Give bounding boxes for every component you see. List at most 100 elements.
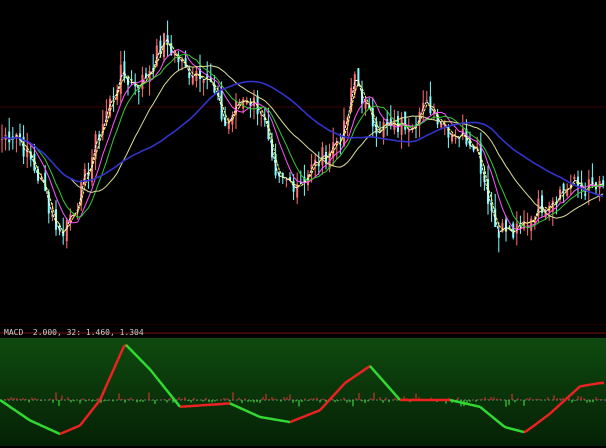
oscillator-segment <box>165 388 169 393</box>
oscillator-segment <box>299 416 303 420</box>
oscillator-segment <box>511 427 515 431</box>
oscillator-segment <box>343 381 347 386</box>
oscillator-segment <box>539 418 543 423</box>
oscillator-segment <box>61 431 65 435</box>
oscillator-segment <box>175 401 179 406</box>
oscillator-segment <box>21 413 25 418</box>
oscillator-segment <box>77 424 81 428</box>
oscillator-segment <box>245 409 249 413</box>
oscillator-segment <box>327 398 331 403</box>
oscillator-segment <box>313 410 317 414</box>
oscillator-segment <box>125 344 129 348</box>
oscillator-segment <box>167 391 171 396</box>
oscillator-segment <box>503 425 507 429</box>
oscillator-segment <box>543 415 547 420</box>
oscillator-segment <box>385 383 389 388</box>
oscillator-segment <box>553 407 557 411</box>
oscillator-segment <box>39 423 43 427</box>
oscillator-segment <box>563 398 567 402</box>
oscillator-segment <box>233 404 237 408</box>
oscillator-segment <box>49 428 53 432</box>
oscillator-segment <box>37 422 41 427</box>
oscillator-segment <box>569 392 573 397</box>
oscillator-segment <box>0 398 3 403</box>
oscillator-segment <box>397 396 401 401</box>
oscillator-segment <box>75 425 79 429</box>
oscillator-segment <box>297 416 301 421</box>
oscillator-segment <box>73 426 77 430</box>
oscillator-segment <box>387 385 391 390</box>
oscillator-segment <box>561 399 565 404</box>
oscillator-segment <box>493 417 497 421</box>
oscillator-segment <box>133 352 137 356</box>
oscillator-segment <box>17 411 21 415</box>
oscillator-segment <box>13 408 17 412</box>
oscillator-segment <box>163 386 167 391</box>
oscillator-segment <box>303 414 307 418</box>
oscillator-segment <box>383 381 387 385</box>
oscillator-segment <box>131 350 135 354</box>
oscillator-segment <box>89 409 93 414</box>
oscillator-segment <box>395 394 399 399</box>
oscillator-segment <box>291 419 295 423</box>
oscillator-segment <box>129 348 133 352</box>
oscillator-segment <box>521 430 525 434</box>
oscillator-segment <box>23 415 27 419</box>
oscillator-segment <box>317 409 321 413</box>
oscillator-segment <box>341 383 345 388</box>
oscillator-segment <box>519 429 523 433</box>
oscillator-segment <box>161 383 165 388</box>
oscillator-segment <box>251 412 255 416</box>
oscillator-segment <box>545 414 549 418</box>
oscillator-segment <box>157 378 161 383</box>
oscillator-segment <box>499 422 503 426</box>
oscillator-segment <box>247 410 251 414</box>
oscillator-segment <box>9 405 13 410</box>
oscillator-segment <box>307 413 311 417</box>
oscillator-segment <box>255 414 259 418</box>
oscillator-segment <box>357 371 361 376</box>
oscillator-segment <box>11 407 15 411</box>
oscillator-segment <box>535 421 539 426</box>
oscillator-segment <box>525 429 529 433</box>
oscillator-segment <box>169 393 173 398</box>
oscillator-segment <box>379 376 383 381</box>
oscillator-segment <box>243 408 247 412</box>
oscillator-segment <box>557 403 561 408</box>
oscillator-segment <box>79 422 83 427</box>
oscillator-segment <box>541 417 545 421</box>
oscillator-segment <box>27 418 31 422</box>
stock-chart: MACD 2.000, 32: 1.460, 1.304 <box>0 0 606 448</box>
indicator-label: MACD 2.000, 32: 1.460, 1.304 <box>4 328 144 337</box>
oscillator-segment <box>93 404 97 409</box>
oscillator-segment <box>47 427 51 431</box>
oscillator-segment <box>509 427 513 431</box>
oscillator-segment <box>567 394 571 399</box>
oscillator-segment <box>347 378 351 382</box>
oscillator-segment <box>81 419 85 424</box>
oscillator-segment <box>479 405 483 410</box>
oscillator-segment <box>137 356 141 361</box>
oscillator-segment <box>571 390 575 395</box>
oscillator-segment <box>375 371 379 376</box>
indicator-chart <box>0 332 606 446</box>
oscillator-segment <box>91 406 95 411</box>
oscillator-segment <box>505 426 509 430</box>
oscillator-segment <box>45 426 49 430</box>
oscillator-segment <box>349 377 353 381</box>
oscillator-segment <box>351 375 355 380</box>
oscillator-segment <box>51 429 55 433</box>
oscillator-segment <box>127 346 131 350</box>
oscillator-segment <box>333 391 337 396</box>
oscillator-segment <box>29 419 33 423</box>
oscillator-segment <box>483 409 487 413</box>
oscillator-segment <box>393 392 397 397</box>
oscillator-segment <box>149 368 153 373</box>
oscillator-segment <box>257 414 261 419</box>
oscillator-segment <box>53 430 57 434</box>
oscillator-segment <box>489 413 493 418</box>
oscillator-segment <box>373 369 377 374</box>
oscillator-segment <box>15 409 19 414</box>
oscillator-segment <box>139 358 143 363</box>
oscillator-segment <box>515 428 519 432</box>
